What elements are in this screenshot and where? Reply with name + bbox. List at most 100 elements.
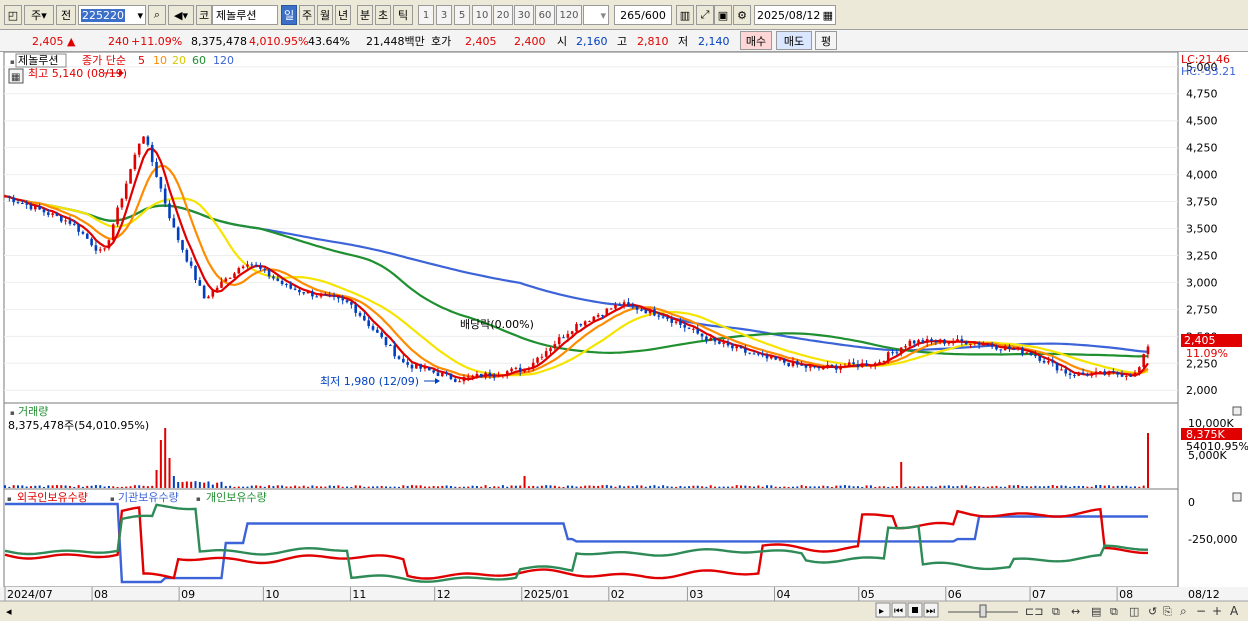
volume-bar [874,486,877,488]
date-value: 2025/08/12 [757,8,821,22]
save-icon[interactable]: ▣ [714,5,732,25]
prefix-label: 코 [198,9,210,22]
interval-20[interactable]: 20 [493,5,513,25]
interval-30[interactable]: 30 [514,5,534,25]
eval-button[interactable]: 평 [815,31,837,50]
volume-bar [51,485,54,488]
volume-close-icon[interactable] [1232,406,1242,416]
search-icon[interactable]: ⌕ [148,5,166,25]
candle-body [211,290,215,297]
table-view-icon[interactable]: ▤ [1091,605,1101,618]
sound-icon[interactable]: ◀▾ [168,5,194,25]
volume-bar [142,485,145,488]
holding-close-icon[interactable] [1232,492,1242,502]
split-view-icon[interactable]: ⧉ [1052,605,1060,618]
y-tick-label: 4,500 [1186,115,1218,128]
volume-bar [774,486,777,488]
candle-body [497,375,500,377]
candle-body [826,364,829,369]
volume-bar [735,485,738,488]
candle-body [458,381,461,383]
volume-bar [458,486,461,488]
layout-icon[interactable]: ⧉ [1110,605,1118,618]
candle-body [176,227,180,241]
market-select[interactable]: 주 ▾ [24,5,54,25]
zoom-in-icon[interactable]: + [1212,604,1222,618]
volume-bar [146,486,149,488]
y-tick-label: 2,750 [1186,303,1218,316]
volume-bar [333,485,336,488]
period-second[interactable]: 초 [375,5,391,25]
candle-body [64,220,67,222]
volume-bar [419,485,422,488]
interval-120[interactable]: 120 [556,5,582,25]
volume-bar [211,484,214,488]
zoom-search-icon[interactable]: ⌕ [1180,604,1187,618]
chart-options-icon[interactable]: ◫ [1129,605,1139,618]
stock-name-field[interactable]: 제놀루션 [212,5,278,25]
candle-body [397,356,401,359]
volume-title: 거래량 [18,405,48,418]
candle-body [1146,346,1150,355]
candle-body [427,367,431,371]
font-size-icon[interactable]: A [1230,604,1239,618]
volume-bar [1064,485,1067,488]
interval-60[interactable]: 60 [535,5,555,25]
y-tick-label: 4,000 [1186,169,1218,182]
period-year[interactable]: 년 [335,5,351,25]
calendar-icon[interactable]: ▦ [823,9,833,22]
buy-button[interactable]: 매수 [740,31,772,50]
candle-body [103,248,106,250]
window-menu-icon[interactable]: ◰ [4,5,22,25]
candle-body [1133,372,1137,377]
interval-5[interactable]: 5 [454,5,470,25]
draw-tool-icon[interactable]: ⤢ [696,5,714,25]
volume-bar [1004,486,1007,488]
candle-body [116,207,119,225]
period-day[interactable]: 일 [281,5,297,25]
volume-bar [341,486,344,488]
period-minute[interactable]: 분 [357,5,373,25]
period-tick-label: 틱 [397,9,409,22]
clip-icon[interactable]: ⎘ [1163,605,1172,618]
period-tick[interactable]: 틱 [393,5,413,25]
code-dropdown-icon[interactable]: ▾ [137,9,143,22]
volume-bar [982,486,985,488]
volume-bar [294,485,297,488]
interval-10[interactable]: 10 [472,5,492,25]
prev-button[interactable]: 전 [56,5,76,25]
crosshair-icon[interactable]: ↔ [1071,605,1080,618]
scroll-left-icon[interactable]: ◂ [6,605,12,618]
x-tick-label: 2024/07 [7,588,53,601]
market-prefix[interactable]: 코 [196,5,212,25]
candle-body [696,328,700,334]
volume-bar [363,486,366,488]
volume-bar [116,486,119,488]
period-month[interactable]: 월 [317,5,333,25]
interval-1[interactable]: 1 [418,5,434,25]
stock-code-input[interactable]: 225220 ▾ [78,5,146,25]
count-field[interactable]: 265/600 [614,5,672,25]
sell-button[interactable]: 매도 [776,31,812,50]
volume-bar [1147,433,1149,488]
candle-type-icon[interactable]: ▥ [676,5,694,25]
candle-body [562,337,565,339]
candle-body [627,302,630,305]
undo-icon[interactable]: ↺ [1148,605,1157,618]
volume-bar [553,485,556,488]
interval-dropdown[interactable]: ▾ [583,5,609,25]
date-field[interactable]: 2025/08/12 ▦ [754,5,836,25]
zoom-slider-thumb[interactable] [979,604,987,618]
candle-body [363,315,366,321]
zoom-out-icon[interactable]: − [1196,604,1206,618]
candle-body [393,345,396,357]
candle-body [631,304,635,307]
interval-3[interactable]: 3 [436,5,452,25]
candle-body [964,341,968,345]
settings-gear-icon[interactable]: ⚙ [733,5,751,25]
candle-body [960,339,964,342]
period-week[interactable]: 주 [299,5,315,25]
chart-area[interactable]: 2,0002,2502,5002,7503,0003,2503,5003,750… [0,52,1248,621]
view-mode-icon[interactable]: ⊏⊐ [1025,605,1043,618]
candle-body [869,365,873,367]
